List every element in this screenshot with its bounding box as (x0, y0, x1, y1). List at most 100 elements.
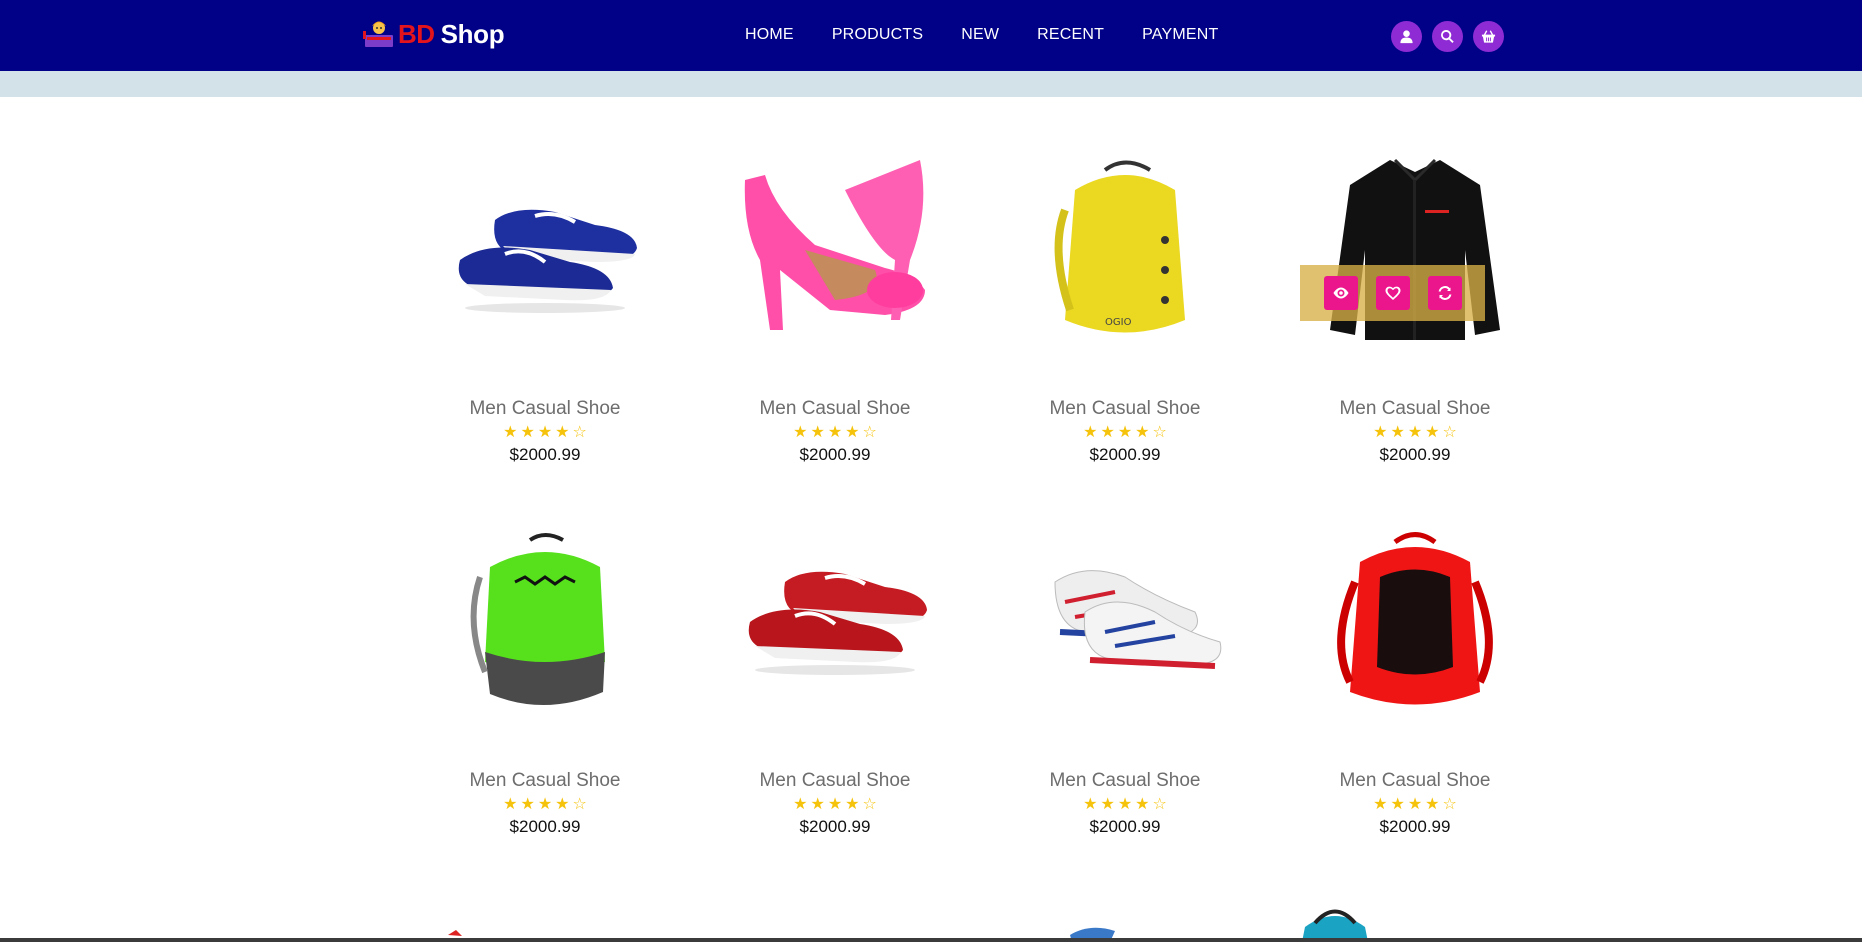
heart-icon (1385, 286, 1400, 300)
nav-home-link[interactable]: HOME (745, 26, 794, 44)
brand-bd-text: BD (398, 18, 435, 49)
star-filled-icon: ★ (827, 422, 843, 441)
search-icon (1441, 29, 1454, 43)
basket-icon (1481, 30, 1496, 43)
star-filled-icon: ★ (520, 794, 535, 813)
product-image[interactable] (1005, 502, 1245, 742)
white-sneakers-image (1054, 570, 1222, 669)
star-filled-icon: ★ (1390, 422, 1405, 441)
nav-products-link[interactable]: PRODUCTS (832, 26, 923, 44)
star-filled-icon: ★ (793, 422, 808, 441)
star-filled-icon: ★ (1100, 422, 1115, 441)
star-filled-icon: ★ (845, 794, 860, 813)
product-rating: ★ ★ ★ ★ ☆ (690, 423, 980, 441)
product-price: $2000.99 (1379, 445, 1451, 464)
star-filled-icon: ★ (1135, 794, 1150, 813)
star-filled-icon: ★ (537, 422, 553, 441)
product-image[interactable] (1295, 130, 1535, 370)
star-filled-icon: ★ (1117, 794, 1133, 813)
green-backpack-image (470, 533, 605, 706)
product-price: $2000.99 (509, 445, 581, 464)
product-card[interactable]: Men Casual Shoe ★ ★ ★ ★ ☆ $2000.99 (400, 130, 690, 502)
wishlist-button[interactable] (1375, 276, 1410, 310)
product-card[interactable]: Men Casual Shoe ★ ★ ★ ★ ☆ $2000.99 (400, 502, 690, 874)
star-filled-icon: ★ (1135, 422, 1150, 441)
product-card[interactable]: OGIO Men Casual Shoe ★ ★ ★ ★ ☆ $2000.99 (980, 130, 1270, 502)
product-image[interactable] (425, 502, 665, 742)
product-card[interactable]: Men Casual Shoe ★ ★ ★ ★ ☆ $2000.99 (1270, 130, 1560, 502)
star-filled-icon: ★ (1407, 794, 1423, 813)
product-card[interactable]: Men Casual Shoe ★ ★ ★ ★ ☆ $2000.99 (690, 502, 980, 874)
product-price: $2000.99 (799, 817, 871, 836)
product-price: $2000.99 (509, 817, 581, 836)
brand-logo-link[interactable]: BD Shop (362, 12, 505, 56)
blue-boat-shoes-image (458, 209, 637, 313)
top-navbar: BD Shop HOME PRODUCTS NEW RECENT PAYMENT (0, 0, 1862, 71)
product-grid-partial-row (400, 895, 1570, 942)
red-backpack-image (1337, 532, 1493, 705)
search-button[interactable] (1432, 21, 1463, 52)
star-filled-icon: ★ (1390, 794, 1405, 813)
product-image[interactable]: OGIO (1005, 130, 1245, 370)
star-filled-icon: ★ (1083, 422, 1098, 441)
star-empty-icon: ☆ (1152, 794, 1167, 813)
star-filled-icon: ★ (1425, 794, 1440, 813)
product-card[interactable]: Men Casual Shoe ★ ★ ★ ★ ☆ $2000.99 (980, 502, 1270, 874)
nav-icon-group (1391, 21, 1504, 52)
product-card[interactable]: Men Casual Shoe ★ ★ ★ ★ ☆ $2000.99 (690, 130, 980, 502)
star-filled-icon: ★ (1117, 422, 1133, 441)
star-filled-icon: ★ (555, 794, 570, 813)
nav-recent-link[interactable]: RECENT (1037, 26, 1104, 44)
star-empty-icon: ☆ (572, 422, 587, 441)
star-filled-icon: ★ (1407, 422, 1423, 441)
nav-new-link[interactable]: NEW (961, 26, 999, 44)
product-title[interactable]: Men Casual Shoe (690, 770, 980, 792)
nav-payment-link[interactable]: PAYMENT (1142, 26, 1218, 44)
basket-button[interactable] (1473, 21, 1504, 52)
product-price: $2000.99 (799, 445, 871, 464)
star-filled-icon: ★ (810, 794, 825, 813)
product-rating: ★ ★ ★ ★ ☆ (1270, 795, 1560, 813)
svg-text:OGIO: OGIO (1105, 317, 1132, 328)
product-title[interactable]: Men Casual Shoe (980, 770, 1270, 792)
star-filled-icon: ★ (1373, 794, 1388, 813)
product-price: $2000.99 (1379, 817, 1451, 836)
shopkeeper-logo-icon (363, 21, 393, 47)
product-title[interactable]: Men Casual Shoe (400, 770, 690, 792)
star-filled-icon: ★ (810, 422, 825, 441)
product-quick-actions (1300, 265, 1485, 321)
product-grid: Men Casual Shoe ★ ★ ★ ★ ☆ $2000.99 Men C… (400, 130, 1570, 874)
brand-shop-text: Shop (440, 18, 505, 49)
compare-button[interactable] (1427, 276, 1462, 310)
user-button[interactable] (1391, 21, 1422, 52)
star-filled-icon: ★ (793, 794, 808, 813)
star-empty-icon: ☆ (862, 794, 877, 813)
product-image[interactable] (715, 130, 955, 370)
product-image[interactable] (715, 502, 955, 742)
product-image[interactable] (425, 130, 665, 370)
star-empty-icon: ☆ (1152, 422, 1167, 441)
star-empty-icon: ☆ (862, 422, 877, 441)
star-filled-icon: ★ (503, 422, 518, 441)
product-title[interactable]: Men Casual Shoe (980, 398, 1270, 420)
star-filled-icon: ★ (1373, 422, 1388, 441)
quick-view-button[interactable] (1323, 276, 1358, 310)
product-price: $2000.99 (1089, 817, 1161, 836)
star-filled-icon: ★ (520, 422, 535, 441)
star-filled-icon: ★ (845, 422, 860, 441)
product-image[interactable] (1295, 502, 1535, 742)
star-filled-icon: ★ (827, 794, 843, 813)
product-title[interactable]: Men Casual Shoe (1270, 398, 1560, 420)
star-empty-icon: ☆ (1442, 794, 1457, 813)
main-nav: HOME PRODUCTS NEW RECENT PAYMENT (745, 26, 1257, 44)
star-filled-icon: ★ (537, 794, 553, 813)
product-title[interactable]: Men Casual Shoe (690, 398, 980, 420)
product-price: $2000.99 (1089, 445, 1161, 464)
star-empty-icon: ☆ (572, 794, 587, 813)
star-filled-icon: ★ (1083, 794, 1098, 813)
product-card[interactable]: Men Casual Shoe ★ ★ ★ ★ ☆ $2000.99 (1270, 502, 1560, 874)
product-title[interactable]: Men Casual Shoe (1270, 770, 1560, 792)
product-rating: ★ ★ ★ ★ ☆ (980, 795, 1270, 813)
product-title[interactable]: Men Casual Shoe (400, 398, 690, 420)
header-subbar (0, 71, 1862, 97)
